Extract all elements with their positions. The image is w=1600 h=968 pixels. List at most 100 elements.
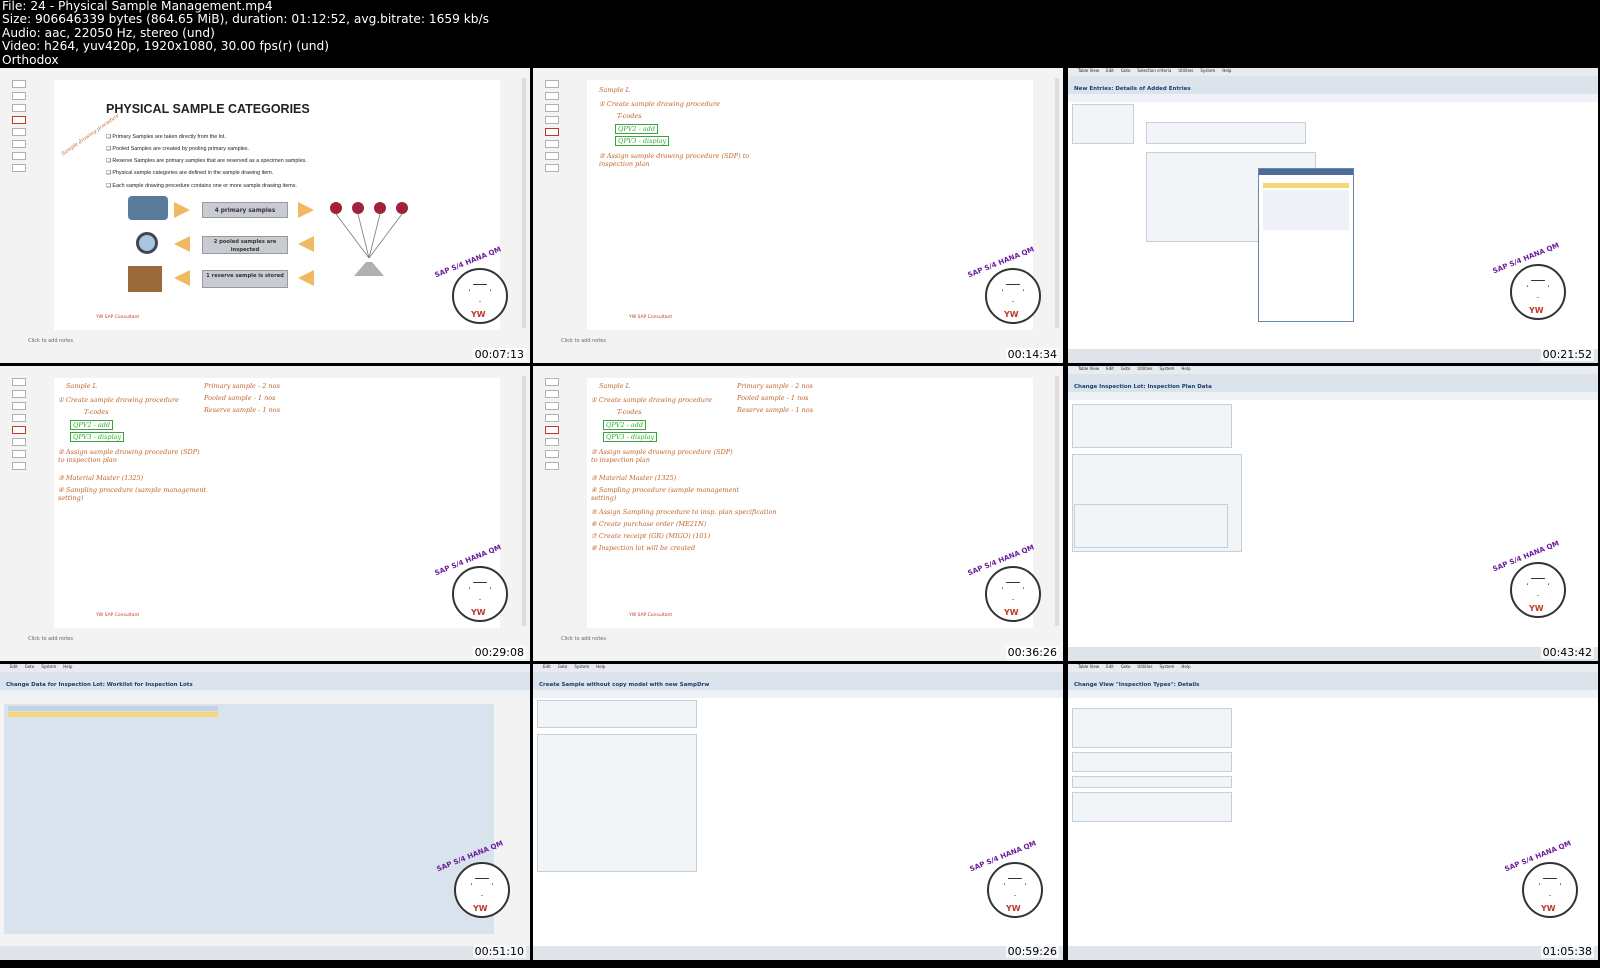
menu-item[interactable]: Goto [25,664,35,669]
menu-item[interactable]: Table View [1078,664,1099,669]
bullet-3: ❑ Reserve Samples are primary samples th… [106,158,307,164]
hw-qpv3: QPV3 - display [70,432,125,442]
arrow-left-5 [298,236,314,252]
menu-item[interactable]: Edit [543,664,551,669]
sap-app-toolbar[interactable] [0,690,530,698]
menu-item[interactable]: System [1159,366,1174,371]
slide-thumbnails [0,76,44,336]
bullet-2: ❑ Pooled Samples are created by pooling … [106,146,249,152]
timestamp: 00:21:52 [1540,348,1594,361]
sap-toolbar[interactable] [1068,76,1598,84]
slide-footer: YW SAP Consultant [629,613,673,618]
menu-item[interactable]: Help [1222,68,1231,73]
menu-item[interactable]: Help [1181,366,1190,371]
pooling-funnel-graphic [330,202,408,276]
hw-step3: ③ Material Master (1325) [591,474,677,482]
menu-item[interactable]: Utilities [1137,664,1152,669]
box-primary: 4 primary samples [202,202,288,218]
timestamp: 00:29:08 [472,646,526,659]
scrollbar[interactable] [522,78,526,328]
sap-status-bar [1068,946,1598,960]
arrow-left-3 [174,270,190,286]
menu-item[interactable]: Utilities [1137,366,1152,371]
menu-item[interactable]: Selection criteria [1137,68,1171,73]
sample-header-panel [537,700,697,728]
logo: SAP S/4 HANA QM YW [436,839,518,922]
menu-item[interactable]: Edit [10,664,18,669]
thumbnail-9: Table View Edit Goto Utilities System Help Ch… [1068,664,1598,960]
menu-item[interactable]: Edit [1106,366,1114,371]
logo: SAP S/4 HANA QM YW [967,543,1049,626]
timestamp: 00:36:26 [1005,646,1059,659]
thumbnail-8: Edit Goto System Help Create Sample without… [533,664,1063,960]
sap-menu-bar: Edit Goto System Help [0,664,530,672]
slide-footer: YW SAP Consultant [96,613,140,618]
menu-item[interactable]: System [41,664,56,669]
sap-toolbar[interactable] [533,672,1063,680]
hw-qpv2: QPV2 - add [615,124,659,134]
menu-item[interactable]: Table View [1078,366,1099,371]
video-info-header: File: 24 - Physical Sample Management.mp… [2,0,1002,68]
menu-item[interactable]: System [1200,68,1215,73]
timestamp: 00:51:10 [472,945,526,958]
menu-item[interactable]: Help [596,664,605,669]
menu-item[interactable]: Goto [1121,664,1131,669]
worklist-grid[interactable] [4,704,494,934]
sap-toolbar[interactable] [1068,374,1598,382]
hw-sample: Sample L [66,382,97,390]
sap-app-toolbar[interactable] [533,690,1063,698]
sap-toolbar[interactable] [1068,672,1598,680]
scrollbar[interactable] [522,376,526,626]
notes-placeholder[interactable]: Click to add notes [28,338,73,344]
logo: SAP S/4 HANA QM YW [434,543,516,626]
sap-status-bar [0,946,530,960]
notes-placeholder[interactable]: Click to add notes [561,636,606,642]
table-row[interactable] [8,712,218,717]
notes-placeholder[interactable]: Click to add notes [28,636,73,642]
video-line: Video: h264, yuv420p, 1920x1080, 30.00 f… [2,39,329,54]
hw-qpv3: QPV3 - display [603,432,658,442]
menu-item[interactable]: Utilities [1178,68,1193,73]
menu-item[interactable]: Goto [1121,366,1131,371]
thumbnail-7: Edit Goto System Help Change Data for Inspe… [0,664,530,960]
sap-screen-title: Change View "Inspection Types": Details [1068,680,1598,690]
menu-item[interactable]: System [574,664,589,669]
hw-reserve: Reserve sample - 1 nos [204,406,281,414]
scrollbar[interactable] [1055,78,1059,328]
header-panel [1072,404,1232,448]
timestamp: 00:59:26 [1005,945,1059,958]
sap-app-toolbar[interactable] [1068,94,1598,102]
thumbnail-5: Sample L ① Create sample drawing procedu… [533,366,1063,661]
sap-app-toolbar[interactable] [1068,392,1598,400]
hw-step1: ① Create sample drawing procedure [58,396,179,404]
slide-canvas: PHYSICAL SAMPLE CATEGORIES ❑ Primary Sam… [54,80,508,330]
hw-step6: ⑥ Create purchase order (ME21N) [591,520,707,528]
menu-item[interactable]: Edit [1106,68,1114,73]
sap-status-bar [533,946,1063,960]
hw-step4: ④ Sampling procedure (sample management … [58,486,207,502]
notes-placeholder[interactable]: Click to add notes [561,338,606,344]
hw-pooled: Pooled sample - 1 nos [737,394,809,402]
thumbnail-4: Sample L ① Create sample drawing procedu… [0,366,530,661]
thumbnail-2: Sample L ① Create sample drawing procedu… [533,68,1063,363]
sampling-scheme-popup[interactable] [1258,168,1354,322]
size-line: Size: 906646339 bytes (864.65 MiB), dura… [2,12,489,27]
sap-screen-title: Change Data for Inspection Lot: Worklist… [0,680,530,690]
menu-item[interactable]: Edit [1106,664,1114,669]
menu-item[interactable]: Table View [1078,68,1099,73]
sap-screen-title: Create Sample without copy model with ne… [533,680,1063,690]
sap-toolbar[interactable] [0,672,530,680]
hw-tcode: T-codes [84,408,109,416]
menu-item[interactable]: Goto [1121,68,1131,73]
menu-item[interactable]: System [1159,664,1174,669]
hw-step2: ② Assign sample drawing procedure (SDP) … [58,448,200,464]
menu-item[interactable]: Help [63,664,72,669]
operation-data-panel [1072,792,1232,822]
extra-line: Orthodox [2,52,59,67]
sap-app-toolbar[interactable] [1068,690,1598,698]
scrollbar[interactable] [1055,376,1059,626]
menu-item[interactable]: Goto [558,664,568,669]
thumbnail-3: Table View Edit Goto Selection criteria Util… [1068,68,1598,363]
menu-item[interactable]: Help [1181,664,1190,669]
sap-menu-bar: Table View Edit Goto Utilities System Help [1068,366,1598,374]
